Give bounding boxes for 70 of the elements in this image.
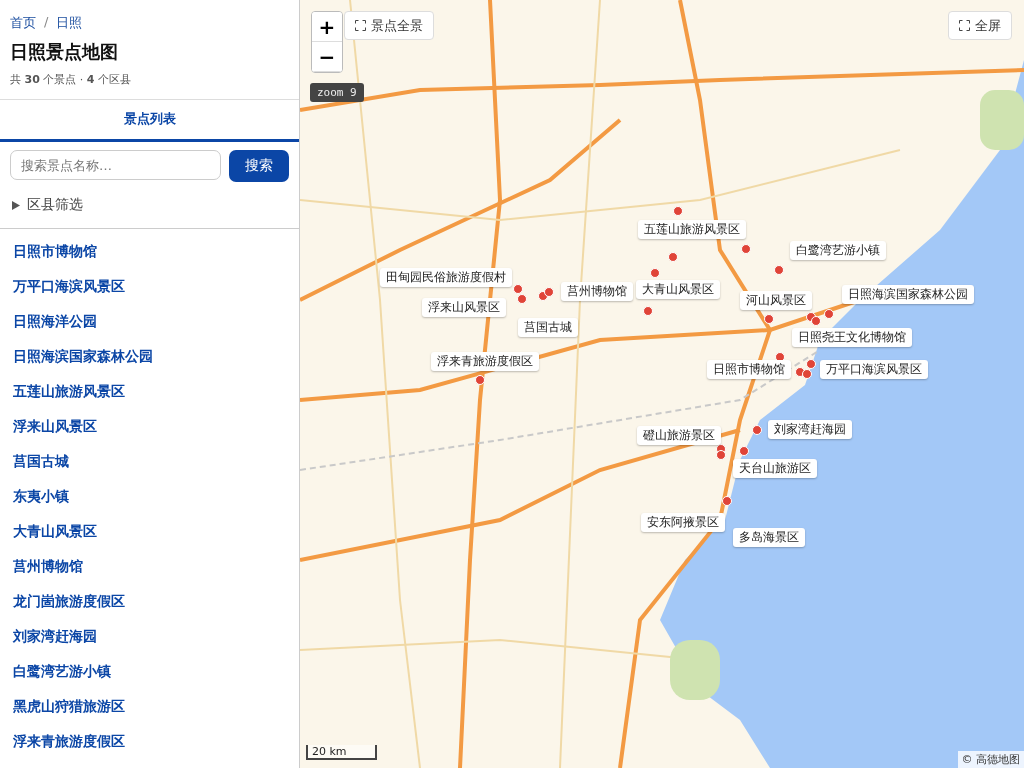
marker-label[interactable]: 安东阿掖景区 <box>641 513 725 532</box>
attraction-link[interactable]: 白鹭湾艺游小镇 <box>13 661 286 682</box>
marker-label[interactable]: 日照尧王文化博物馆 <box>792 328 912 347</box>
map-marker[interactable] <box>739 446 749 456</box>
map-marker[interactable] <box>741 244 751 254</box>
attraction-link[interactable]: 浮来青旅游度假区 <box>13 731 286 752</box>
marker-label[interactable]: 日照市博物馆 <box>707 360 791 379</box>
marker-label[interactable]: 天台山旅游区 <box>733 459 817 478</box>
summary-text: 共 30 个景点 · 4 个区县 <box>10 72 132 87</box>
marker-label[interactable]: 磴山旅游景区 <box>637 426 721 445</box>
attraction-link[interactable]: 黑虎山狩猎旅游区 <box>13 696 286 717</box>
expand-icon <box>355 20 366 31</box>
marker-label[interactable]: 莒国古城 <box>518 318 578 337</box>
map-marker[interactable] <box>752 425 762 435</box>
marker-label[interactable]: 白鹭湾艺游小镇 <box>790 241 886 260</box>
zoom-level-badge: zoom 9 <box>310 83 364 102</box>
fullscreen-button[interactable]: 全屏 <box>948 11 1012 40</box>
marker-label[interactable]: 万平口海滨风景区 <box>820 360 928 379</box>
disclosure-triangle-icon <box>12 200 20 210</box>
breadcrumb-link[interactable]: 日照 <box>56 14 83 32</box>
marker-label[interactable]: 浮来青旅游度假区 <box>431 352 539 371</box>
marker-label[interactable]: 田甸园民俗旅游度假村 <box>380 268 512 287</box>
marker-label[interactable]: 河山风景区 <box>740 291 812 310</box>
attraction-link[interactable]: 刘家湾赶海园 <box>13 626 286 647</box>
attraction-link[interactable]: 浮来山风景区 <box>13 416 286 437</box>
map-marker[interactable] <box>716 450 726 460</box>
breadcrumb-separator: / <box>44 14 49 31</box>
marker-label[interactable]: 日照海滨国家森林公园 <box>842 285 974 304</box>
map-marker[interactable] <box>811 316 821 326</box>
marker-label[interactable]: 大青山风景区 <box>636 280 720 299</box>
map-marker[interactable] <box>764 314 774 324</box>
map-marker[interactable] <box>668 252 678 262</box>
attraction-link[interactable]: 万平口海滨风景区 <box>13 276 286 297</box>
attraction-link[interactable]: 莒州博物馆 <box>13 556 286 577</box>
map-marker[interactable] <box>513 284 523 294</box>
map-marker[interactable] <box>806 359 816 369</box>
zoom-in-button[interactable]: + <box>312 12 342 42</box>
map-marker[interactable] <box>802 369 812 379</box>
marker-label[interactable]: 刘家湾赶海园 <box>768 420 852 439</box>
attraction-link[interactable]: 日照市博物馆 <box>13 241 286 262</box>
attraction-link[interactable]: 日照海滨国家森林公园 <box>13 346 286 367</box>
marker-label[interactable]: 浮来山风景区 <box>422 298 506 317</box>
map-attribution: © 高德地图 <box>957 751 1024 768</box>
map-marker[interactable] <box>774 265 784 275</box>
marker-label[interactable]: 五莲山旅游风景区 <box>638 220 746 239</box>
map-marker[interactable] <box>673 206 683 216</box>
breadcrumb-link[interactable]: 首页 <box>10 14 36 32</box>
attraction-link[interactable]: 五莲山旅游风景区 <box>13 381 286 402</box>
map-marker[interactable] <box>544 287 554 297</box>
marker-label[interactable]: 莒州博物馆 <box>561 282 633 301</box>
scale-bar: 20 km <box>306 745 377 760</box>
map-marker[interactable] <box>517 294 527 304</box>
page-title: 日照景点地图 <box>10 40 119 64</box>
search-field[interactable]: 搜索景点名称… <box>10 150 221 180</box>
attraction-link[interactable]: 莒国古城 <box>13 451 286 472</box>
map-marker[interactable] <box>475 375 485 385</box>
tab[interactable]: 景点列表 <box>0 100 299 139</box>
attraction-link[interactable]: 日照海洋公园 <box>13 311 286 332</box>
attraction-link[interactable]: 东夷小镇 <box>13 486 286 507</box>
attraction-link[interactable]: 龙门崮旅游度假区 <box>13 591 286 612</box>
district-filter-toggle[interactable]: 区县筛选 <box>0 182 299 229</box>
map-marker[interactable] <box>824 309 834 319</box>
search-button[interactable]: 搜索 <box>229 150 289 182</box>
overview-button[interactable]: 景点全景 <box>344 11 434 40</box>
map-marker[interactable] <box>650 268 660 278</box>
marker-label[interactable]: 多岛海景区 <box>733 528 805 547</box>
map-marker[interactable] <box>643 306 653 316</box>
fullscreen-icon <box>959 20 970 31</box>
map-marker[interactable] <box>722 496 732 506</box>
attraction-link[interactable]: 大青山风景区 <box>13 521 286 542</box>
